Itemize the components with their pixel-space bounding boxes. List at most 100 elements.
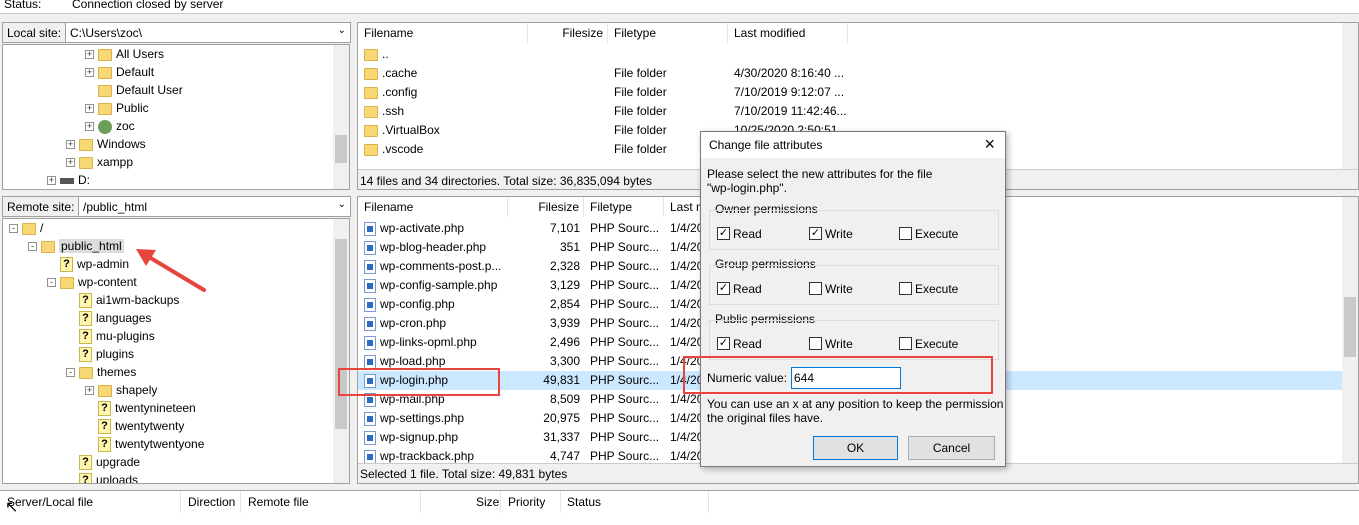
checkbox-read[interactable]: ✓ <box>717 227 730 240</box>
status-bar: Status: Connection closed by server <box>0 0 1359 14</box>
expand-icon[interactable]: + <box>85 50 94 60</box>
checkbox-write-label: Write <box>825 227 853 241</box>
expand-icon[interactable]: + <box>47 176 56 186</box>
tree-item[interactable]: Default User <box>3 81 349 99</box>
tree-item[interactable]: + zoc <box>3 117 349 135</box>
file-row[interactable]: .config File folder 7/10/2019 9:12:07 ... <box>358 83 1358 102</box>
checkbox-write-label: Write <box>825 337 853 351</box>
expand-icon[interactable]: - <box>47 278 56 288</box>
tree-item[interactable]: ? twentytwenty <box>3 417 349 435</box>
php-file-icon <box>364 430 376 445</box>
checkbox-execute-label: Execute <box>915 282 959 296</box>
highlight-box-numeric <box>683 356 993 394</box>
tree-item-label: themes <box>97 365 137 379</box>
file-size: 7,101 <box>549 221 580 235</box>
change-attributes-dialog: Change file attributes × Please select t… <box>683 131 1006 467</box>
tree-item-label: D: <box>78 173 90 187</box>
tree-item[interactable]: + D: <box>3 171 349 189</box>
close-icon[interactable]: × <box>984 134 995 155</box>
checkbox-execute[interactable] <box>899 227 912 240</box>
queue-col-status[interactable]: Status <box>567 495 601 509</box>
queue-col-remote[interactable]: Remote file <box>248 495 309 509</box>
folder-icon <box>98 384 112 397</box>
tree-item[interactable]: - / <box>3 219 349 237</box>
chevron-down-icon[interactable]: ⌄ <box>338 199 346 210</box>
file-row[interactable]: .cache File folder 4/30/2020 8:16:40 ... <box>358 64 1358 83</box>
col-filename[interactable]: Filename <box>358 197 508 217</box>
local-tree[interactable]: + All Users + Default Default User + Public + zo… <box>2 44 350 190</box>
queue-col-server-local[interactable]: Server/Local file <box>7 495 93 509</box>
folder-icon <box>364 67 378 80</box>
queue-col-size[interactable]: Size <box>476 495 499 509</box>
tree-item[interactable]: - themes <box>3 363 349 381</box>
file-name: wp-config-sample.php <box>380 278 498 292</box>
tree-item[interactable]: ? languages <box>3 309 349 327</box>
php-file-icon <box>364 240 376 255</box>
tree-item[interactable]: ? plugins <box>3 345 349 363</box>
checkbox-write[interactable]: ✓ <box>809 227 822 240</box>
folder-icon <box>22 222 36 235</box>
transfer-queue[interactable]: Server/Local file Direction Remote file … <box>0 490 1359 525</box>
dialog-intro-line1: Please select the new attributes for the… <box>707 167 933 181</box>
expand-icon[interactable]: + <box>85 104 94 114</box>
file-size: 2,328 <box>549 259 580 273</box>
file-name: wp-blog-header.php <box>380 240 487 254</box>
checkbox-read[interactable]: ✓ <box>717 337 730 350</box>
tree-item[interactable]: ? twentynineteen <box>3 399 349 417</box>
expand-icon[interactable]: + <box>85 386 94 396</box>
file-name: wp-links-opml.php <box>380 335 477 349</box>
local-tree-scrollbar[interactable] <box>333 45 349 189</box>
col-filesize[interactable]: Filesize <box>508 197 584 217</box>
tree-item[interactable]: + Default <box>3 63 349 81</box>
file-name: .cache <box>382 66 418 80</box>
tree-item[interactable]: ? upgrade <box>3 453 349 471</box>
remote-files-scrollbar[interactable] <box>1342 197 1358 463</box>
unknown-folder-icon: ? <box>79 473 92 483</box>
queue-col-priority[interactable]: Priority <box>508 495 545 509</box>
checkbox-execute[interactable] <box>899 337 912 350</box>
tree-item[interactable]: ? uploads <box>3 471 349 484</box>
checkbox-write[interactable] <box>809 282 822 295</box>
col-modified[interactable]: Last modified <box>728 23 848 43</box>
file-size: 3,129 <box>549 278 580 292</box>
checkbox-read[interactable]: ✓ <box>717 282 730 295</box>
tree-item[interactable]: ? mu-plugins <box>3 327 349 345</box>
file-type: PHP Sourc... <box>590 259 660 273</box>
tree-item[interactable]: + Windows <box>3 135 349 153</box>
tree-item-label: Default <box>116 65 155 79</box>
tree-item[interactable]: ? twentytwentyone <box>3 435 349 453</box>
folder-icon <box>79 156 93 169</box>
sort-arrow-icon: ^ <box>440 22 445 28</box>
tree-item[interactable]: + Public <box>3 99 349 117</box>
expand-icon[interactable]: + <box>85 68 94 78</box>
ok-button[interactable]: OK <box>813 436 898 460</box>
cancel-button[interactable]: Cancel <box>908 436 995 460</box>
tree-item-label: uploads <box>96 473 139 484</box>
checkbox-write[interactable] <box>809 337 822 350</box>
file-row[interactable]: .. <box>358 45 1358 64</box>
tree-item[interactable]: + shapely <box>3 381 349 399</box>
expand-icon[interactable]: - <box>9 224 18 234</box>
local-files-scrollbar[interactable] <box>1342 23 1358 169</box>
queue-col-direction[interactable]: Direction <box>188 495 235 509</box>
remote-site-path-combo[interactable]: /public_html ⌄ <box>78 196 351 217</box>
unknown-folder-icon: ? <box>79 455 92 471</box>
local-site-path-combo[interactable]: C:\Users\zoc\ ⌄ <box>65 22 351 43</box>
chevron-down-icon[interactable]: ⌄ <box>338 25 346 36</box>
expand-icon[interactable]: - <box>28 242 37 252</box>
file-type: PHP Sourc... <box>590 316 660 330</box>
checkbox-execute[interactable] <box>899 282 912 295</box>
remote-tree-scrollbar[interactable] <box>333 219 349 483</box>
tree-item-label: twentytwentyone <box>115 437 205 451</box>
tree-item[interactable]: + All Users <box>3 45 349 63</box>
expand-icon[interactable]: + <box>66 140 75 150</box>
expand-icon[interactable]: + <box>85 122 94 132</box>
expand-icon[interactable]: - <box>66 368 75 378</box>
tree-item[interactable]: + xampp <box>3 153 349 171</box>
col-filesize[interactable]: Filesize <box>528 23 608 43</box>
expand-icon[interactable]: + <box>66 158 75 168</box>
file-row[interactable]: .ssh File folder 7/10/2019 11:42:46... <box>358 102 1358 121</box>
col-filetype[interactable]: Filetype <box>608 23 728 43</box>
col-filetype[interactable]: Filetype <box>584 197 664 217</box>
